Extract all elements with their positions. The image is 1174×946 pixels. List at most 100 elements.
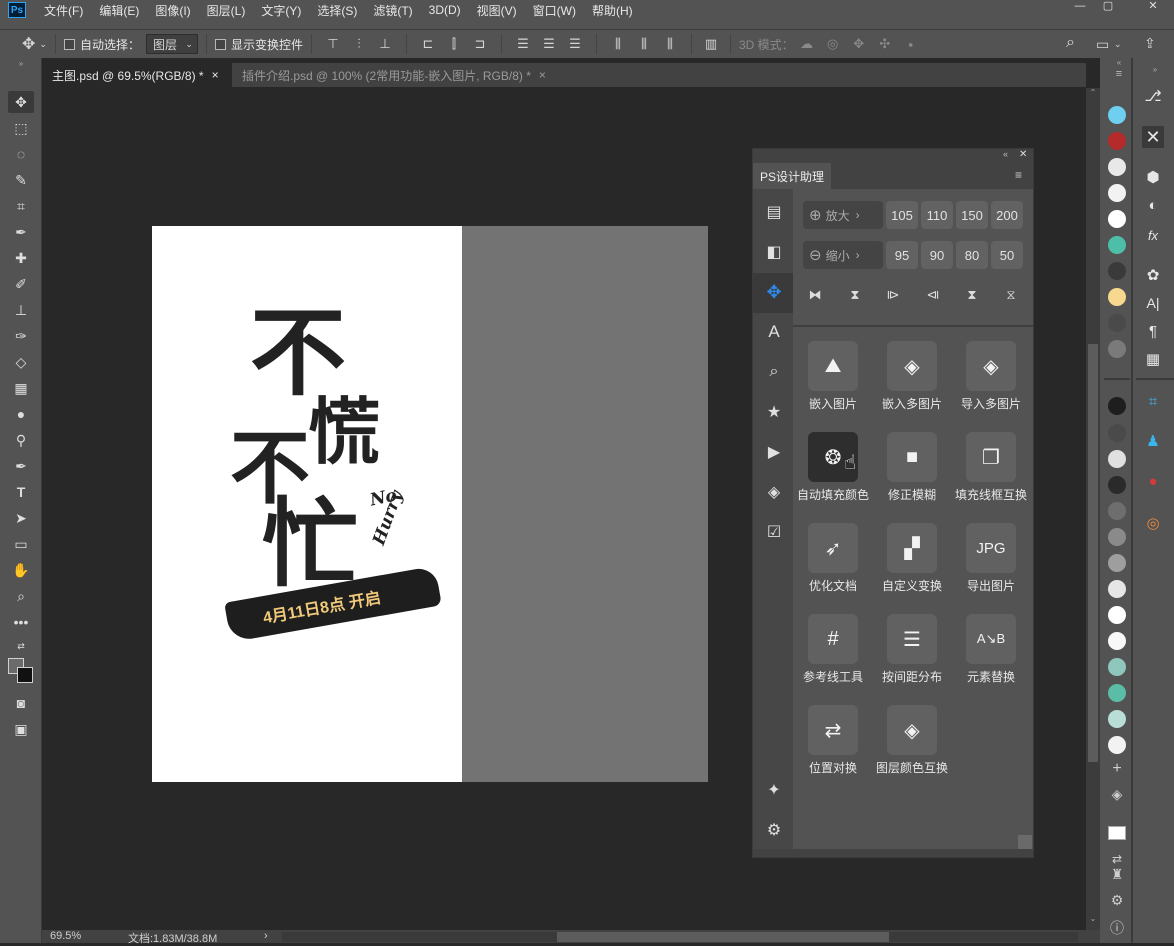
close-icon[interactable]: ×	[212, 68, 219, 82]
swatch[interactable]	[1108, 106, 1126, 124]
fill-stroke-swap-item[interactable]: ❐ 填充线框互换	[951, 432, 1031, 518]
distribute-vcenter-icon[interactable]: ☰	[536, 36, 562, 52]
distribute-top-icon[interactable]: ☰	[510, 36, 536, 52]
tools-icon[interactable]: ✕	[1142, 126, 1164, 148]
3d-icon[interactable]: ⬢	[1142, 166, 1164, 188]
history-icon[interactable]: ⎇	[1142, 85, 1164, 107]
collapse-icon[interactable]: »	[1138, 65, 1172, 74]
menu-help[interactable]: 帮助(H)	[584, 2, 641, 19]
close-window-button[interactable]: ✕	[1132, 0, 1174, 14]
minimize-button[interactable]: —	[1066, 0, 1094, 14]
scroll-up-icon[interactable]: ⌃	[1086, 88, 1100, 102]
swatch[interactable]	[1108, 340, 1126, 358]
panel-menu-icon[interactable]: ≡	[1015, 168, 1022, 182]
distribute-hcenter-icon[interactable]: ⫼	[631, 36, 657, 52]
move-tool-icon[interactable]: ✥	[8, 91, 34, 113]
plugin-swirl-icon[interactable]: ◎	[1142, 512, 1164, 534]
zoom-in-110-button[interactable]: 110	[921, 201, 953, 229]
pin-icon[interactable]: ✦	[763, 779, 785, 801]
menu-edit[interactable]: 编辑(E)	[91, 2, 147, 19]
stamp-tool-icon[interactable]: ⊥	[8, 299, 34, 321]
custom-transform-item[interactable]: ▞ 自定义变换	[872, 523, 952, 609]
zoom-in-105-button[interactable]: 105	[886, 201, 918, 229]
plugin-red-icon[interactable]: ●	[1142, 470, 1164, 492]
guide-grid-icon[interactable]: ⌗	[1142, 390, 1164, 412]
paragraph-icon[interactable]: ¶	[1142, 320, 1164, 342]
chevron-down-icon[interactable]: ⌄	[1114, 39, 1122, 50]
move-down-icon[interactable]: ⧖	[1001, 287, 1021, 307]
scroll-down-icon[interactable]: ⌄	[1086, 914, 1100, 928]
fix-blur-item[interactable]: ■ 修正模糊	[872, 432, 952, 518]
healing-tool-icon[interactable]: ✚	[8, 247, 34, 269]
plugin-icon[interactable]: ♟	[1142, 430, 1164, 452]
menu-type[interactable]: 文字(Y)	[253, 2, 309, 19]
layer-color-swap-item[interactable]: ◈ 图层颜色互换	[872, 705, 952, 791]
info-icon[interactable]: ⓘ	[1108, 918, 1126, 936]
swatch[interactable]	[1108, 158, 1126, 176]
panel-tab-title[interactable]: PS设计助理	[753, 163, 831, 189]
guide-tool-item[interactable]: # 参考线工具	[793, 614, 873, 700]
brush-settings-icon[interactable]: ♜	[1108, 866, 1126, 884]
zoom-readout[interactable]: 69.5%	[50, 930, 81, 942]
status-menu-arrow[interactable]: ›	[264, 930, 268, 942]
lasso-tool-icon[interactable]: ◌	[8, 143, 34, 165]
swatch[interactable]	[1108, 210, 1126, 228]
swatch[interactable]	[1108, 132, 1126, 150]
eraser-tool-icon[interactable]: ◇	[8, 351, 34, 373]
dodge-tool-icon[interactable]: ⚲	[8, 429, 34, 451]
swatch[interactable]	[1108, 184, 1126, 202]
type-tool-icon[interactable]: T	[8, 481, 34, 503]
align-right-icon[interactable]: ⊐	[467, 36, 493, 52]
add-swatch-icon[interactable]: +	[1108, 760, 1126, 778]
auto-select-checkbox[interactable]	[63, 38, 75, 50]
quick-select-tool-icon[interactable]: ✎	[8, 169, 34, 191]
swatch-menu-icon[interactable]: ≡	[1105, 68, 1133, 82]
swatch[interactable]	[1108, 606, 1126, 624]
embed-multi-image-item[interactable]: ◈ 嵌入多图片	[872, 341, 952, 427]
zoom-in-150-button[interactable]: 150	[956, 201, 988, 229]
zoom-in-button[interactable]: ⊕ 放大 ›	[803, 201, 883, 229]
move-up-icon[interactable]: ⧗	[962, 287, 982, 307]
adjustments-icon[interactable]: ◐	[1142, 194, 1164, 216]
resize-grip[interactable]	[1018, 835, 1032, 849]
menu-image[interactable]: 图像(I)	[147, 2, 198, 19]
move-tool-icon[interactable]: ✥	[22, 34, 35, 54]
blur-tool-icon[interactable]: ●	[8, 403, 34, 425]
play-icon[interactable]: ▶	[763, 441, 785, 463]
history-brush-tool-icon[interactable]: ✑	[8, 325, 34, 347]
collapse-icon[interactable]: »	[8, 58, 34, 68]
swatch[interactable]	[1108, 736, 1126, 754]
tab-main-psd[interactable]: 主图.psd @ 69.5%(RGB/8) * ×	[42, 63, 232, 87]
menu-layer[interactable]: 图层(L)	[199, 2, 254, 19]
screen-mode-icon[interactable]: ▣	[8, 718, 34, 740]
flip-horizontal-icon[interactable]: ⧓	[805, 287, 825, 307]
swatch[interactable]	[1108, 262, 1126, 280]
align-left-icon[interactable]: ⊏	[415, 36, 441, 52]
element-replace-item[interactable]: A↘B 元素替换	[951, 614, 1031, 700]
distribute-bottom-icon[interactable]: ☰	[562, 36, 588, 52]
star-icon[interactable]: ★	[763, 401, 785, 423]
close-icon[interactable]: ×	[539, 68, 546, 82]
auto-align-icon[interactable]: ▥	[700, 36, 722, 52]
layout-icon[interactable]: ▤	[763, 201, 785, 223]
swap-colors-icon[interactable]: ⇄	[8, 635, 34, 657]
menu-3d[interactable]: 3D(D)	[421, 3, 469, 17]
zoom-out-50-button[interactable]: 50	[991, 241, 1023, 269]
zoom-out-button[interactable]: ⊖ 缩小 ›	[803, 241, 883, 269]
scroll-thumb[interactable]	[1088, 344, 1098, 762]
auto-fill-color-item[interactable]: ❂ 自动填充颜色	[793, 432, 873, 518]
font-search-icon[interactable]: ⌕	[763, 361, 785, 383]
export-image-item[interactable]: JPG 导出图片	[951, 523, 1031, 609]
no-color-icon[interactable]	[1108, 826, 1126, 840]
align-top-icon[interactable]: ⊤	[320, 36, 346, 52]
menu-view[interactable]: 视图(V)	[469, 2, 525, 19]
swatch[interactable]	[1108, 580, 1126, 598]
pen-tool-icon[interactable]: ✒	[8, 455, 34, 477]
menu-select[interactable]: 选择(S)	[309, 2, 365, 19]
zoom-out-90-button[interactable]: 90	[921, 241, 953, 269]
optimize-doc-item[interactable]: ➶ 优化文档	[793, 523, 873, 609]
align-vcenter-icon[interactable]: ⫶	[346, 36, 372, 52]
menu-file[interactable]: 文件(F)	[36, 2, 91, 19]
maximize-button[interactable]: ▢	[1094, 0, 1122, 14]
layers-icon[interactable]: ◈	[1108, 786, 1126, 804]
